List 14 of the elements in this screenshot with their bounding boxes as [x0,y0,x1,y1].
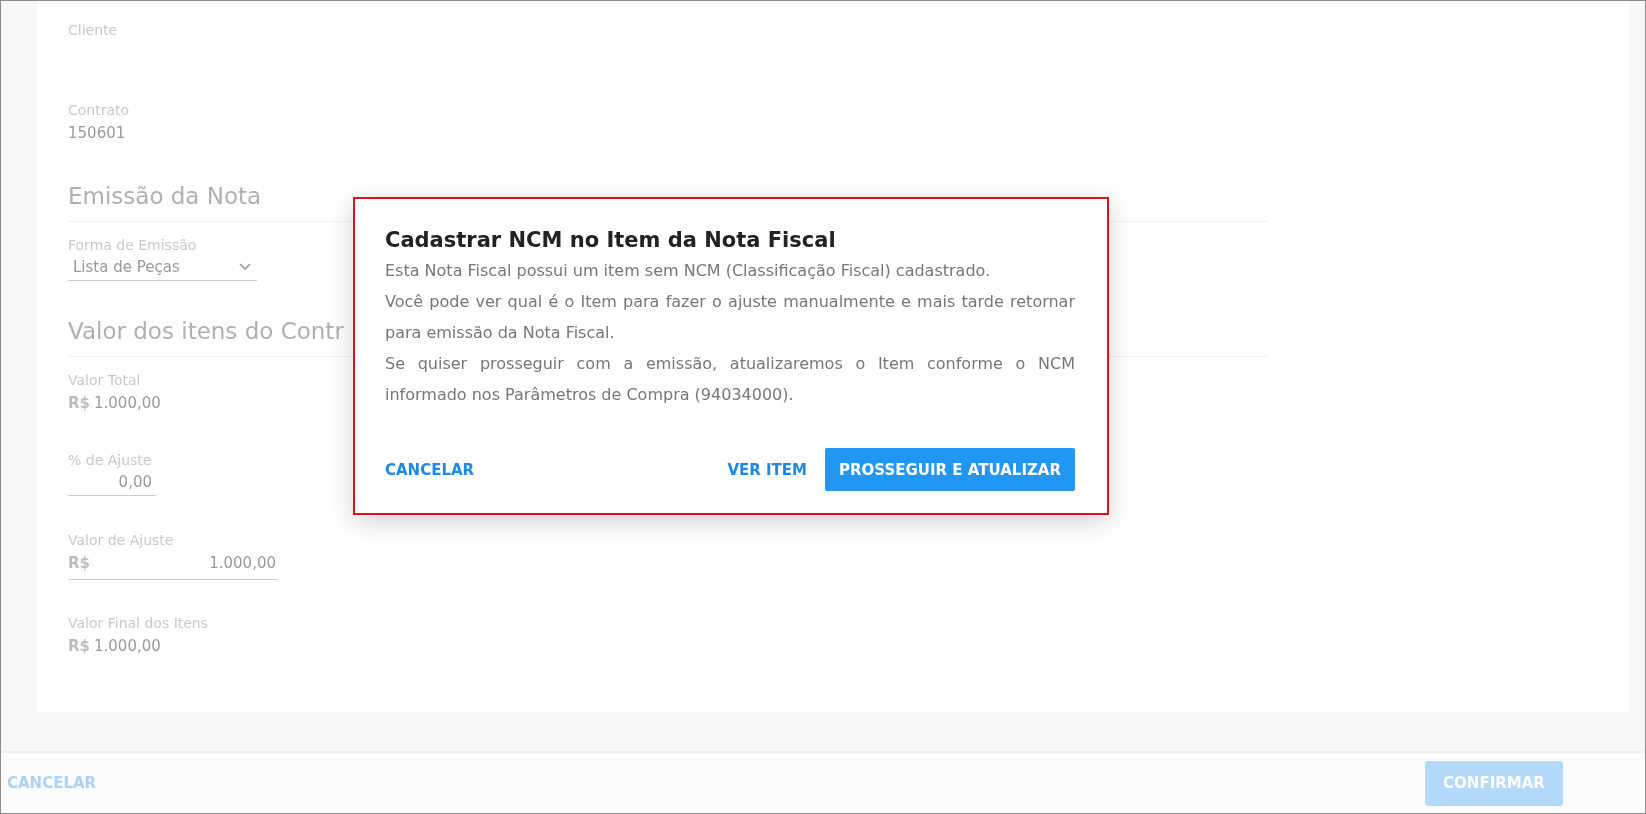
proceed-button[interactable]: PROSSEGUIR E ATUALIZAR [825,448,1075,491]
dialog-text: Esta Nota Fiscal possui um item sem NCM (Classificação Fiscal) cadastrado. [385,260,992,282]
input-field[interactable]: 1.000,00 [90,551,278,575]
field-value: R$ 1.000,00 [68,393,161,414]
field-value: R$ 1.000,00 [68,636,161,657]
chevron-down-icon [239,263,251,271]
input-field[interactable]: 0,00 [68,471,156,496]
currency-label: R$ [68,553,90,574]
dialog-button[interactable]: VER ITEM [727,454,808,485]
cancel-button[interactable]: CANCELAR [7,768,97,798]
dropdown[interactable]: Lista de Peças [68,256,257,281]
dialog-button[interactable]: CANCELAR [385,454,475,485]
dialog-title: Cadastrar NCM no Item da Nota Fiscal [385,227,837,254]
field-value: 150601 [68,123,126,144]
